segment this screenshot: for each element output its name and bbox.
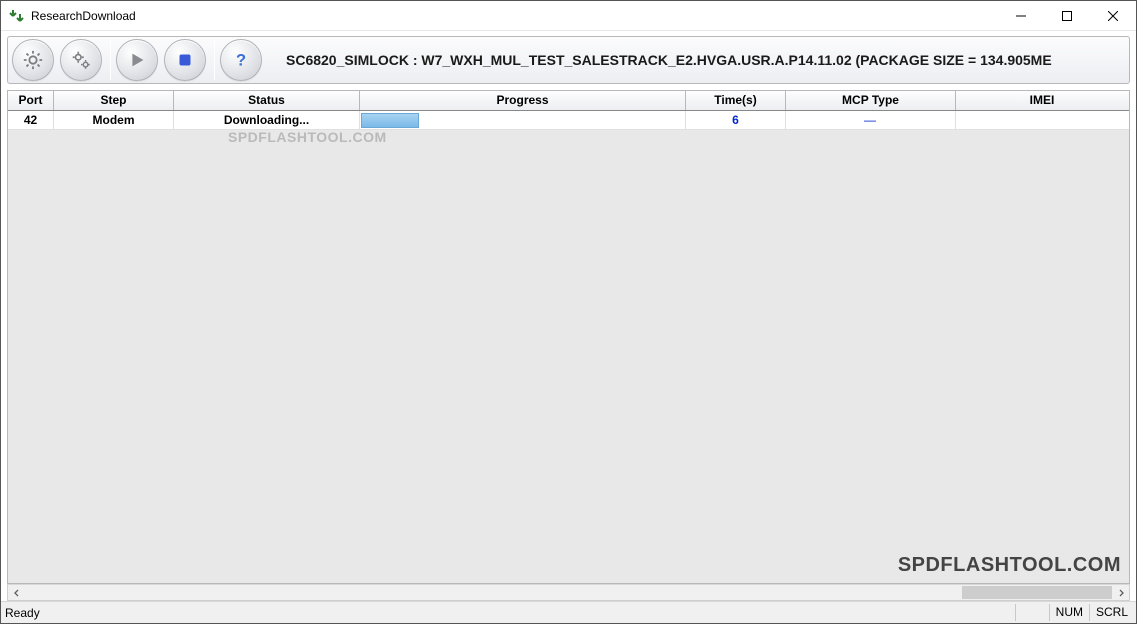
- col-status[interactable]: Status: [174, 91, 360, 110]
- toolbar-separator: [214, 40, 215, 80]
- table-row[interactable]: 42 Modem Downloading... 6 —: [8, 111, 1129, 130]
- status-scrl: SCRL: [1089, 604, 1134, 621]
- app-icon: [9, 8, 25, 24]
- start-button[interactable]: [116, 39, 158, 81]
- col-time[interactable]: Time(s): [686, 91, 786, 110]
- watermark: SPDFLASHTOOL.COM: [228, 129, 387, 145]
- close-button[interactable]: [1090, 1, 1136, 30]
- toolbar: ? SC6820_SIMLOCK : W7_WXH_MUL_TEST_SALES…: [7, 36, 1130, 84]
- col-mcp[interactable]: MCP Type: [786, 91, 956, 110]
- h-scrollbar[interactable]: [7, 584, 1130, 601]
- toolbar-separator: [110, 40, 111, 80]
- svg-text:?: ?: [236, 52, 246, 70]
- cell-status: Downloading...: [174, 111, 360, 129]
- progress-bar: [361, 113, 419, 128]
- col-imei[interactable]: IMEI: [956, 91, 1128, 110]
- col-progress[interactable]: Progress: [360, 91, 686, 110]
- scroll-left-icon[interactable]: [8, 585, 25, 600]
- settings-button[interactable]: [12, 39, 54, 81]
- status-blank: [1015, 604, 1049, 621]
- play-icon: [126, 49, 148, 71]
- help-button[interactable]: ?: [220, 39, 262, 81]
- settings-multi-button[interactable]: [60, 39, 102, 81]
- status-ready: Ready: [5, 606, 40, 620]
- cell-imei: [956, 111, 1128, 129]
- maximize-button[interactable]: [1044, 1, 1090, 30]
- status-num: NUM: [1049, 604, 1089, 621]
- cell-port: 42: [8, 111, 54, 129]
- toolbar-container: ? SC6820_SIMLOCK : W7_WXH_MUL_TEST_SALES…: [1, 31, 1136, 90]
- gear-icon: [22, 49, 44, 71]
- minimize-button[interactable]: [998, 1, 1044, 30]
- scroll-thumb[interactable]: [962, 586, 1112, 599]
- table-header: Port Step Status Progress Time(s) MCP Ty…: [8, 91, 1129, 111]
- titlebar: ResearchDownload: [1, 1, 1136, 31]
- package-info: SC6820_SIMLOCK : W7_WXH_MUL_TEST_SALESTR…: [268, 52, 1125, 68]
- watermark: SPDFLASHTOOL.COM: [898, 554, 1121, 577]
- window-title: ResearchDownload: [31, 9, 998, 23]
- statusbar: Ready NUM SCRL: [1, 601, 1136, 623]
- help-icon: ?: [230, 49, 252, 71]
- download-table: Port Step Status Progress Time(s) MCP Ty…: [7, 90, 1130, 584]
- cell-step: Modem: [54, 111, 174, 129]
- stop-button[interactable]: [164, 39, 206, 81]
- col-step[interactable]: Step: [54, 91, 174, 110]
- cell-time: 6: [686, 111, 786, 129]
- scroll-right-icon[interactable]: [1112, 585, 1129, 600]
- col-port[interactable]: Port: [8, 91, 54, 110]
- scroll-track[interactable]: [25, 585, 1112, 600]
- cell-mcp: —: [786, 111, 956, 129]
- stop-icon: [174, 49, 196, 71]
- cell-progress: [360, 111, 686, 129]
- window-controls: [998, 1, 1136, 30]
- gears-icon: [70, 49, 92, 71]
